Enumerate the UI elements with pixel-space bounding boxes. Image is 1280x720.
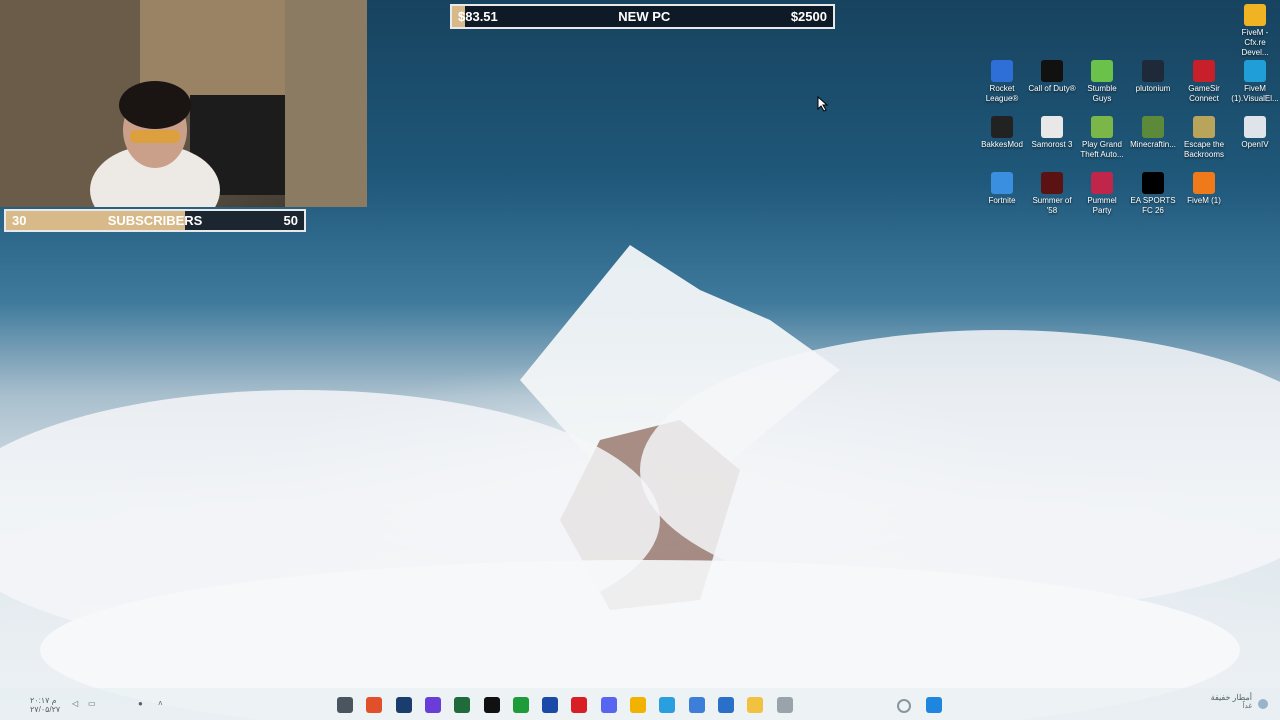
system-tray-left[interactable]: ۲۰:۱۷ م ۲۷/۰۵/۲۷ ◁ ▭ ● ˄ — [10, 696, 170, 714]
subscriber-target-count: 50 — [283, 213, 298, 228]
xbox-icon[interactable] — [512, 697, 529, 713]
desktop-icon-label: Escape the Backrooms — [1183, 140, 1225, 159]
plutonium-icon — [1142, 60, 1164, 82]
desktop-icon[interactable]: EA SPORTS FC 26 — [1128, 172, 1178, 216]
app-icon[interactable] — [717, 697, 734, 713]
tray-date: ۲۷/۰۵/۲۷ — [30, 705, 61, 714]
volume-icon[interactable]: ◁ — [72, 699, 78, 708]
desktop-icon-label: plutonium — [1135, 84, 1171, 93]
chrome-icon[interactable] — [630, 697, 646, 713]
desktop-icon[interactable]: GameSir Connect — [1179, 60, 1229, 104]
escape-backrooms-icon — [1193, 116, 1215, 138]
desktop-icon[interactable]: Rocket League® — [977, 60, 1027, 104]
desktop-icon[interactable]: Summer of '58 — [1027, 172, 1077, 216]
rocket-league-icon — [991, 60, 1013, 82]
desktop-icon-label: EA SPORTS FC 26 — [1130, 196, 1176, 215]
desktop-icon-label: Play Grand Theft Auto... — [1080, 140, 1124, 159]
start-icon[interactable] — [926, 697, 942, 713]
desktop-icon-label: FiveM (1).VisualEl... — [1231, 84, 1279, 103]
steam-icon[interactable] — [395, 697, 412, 713]
desktop-icon[interactable]: BakkesMod — [977, 116, 1027, 150]
desktop-icon-label: BakkesMod — [981, 140, 1023, 149]
gta-icon — [1091, 116, 1113, 138]
desktop-icon-label: GameSir Connect — [1188, 84, 1220, 103]
network-icon[interactable]: ▭ — [88, 699, 96, 708]
file-explorer-icon[interactable] — [747, 697, 764, 713]
edge-icon — [1244, 60, 1266, 82]
netflix-icon[interactable] — [571, 697, 588, 713]
fivem-folder-icon — [1244, 4, 1266, 26]
desktop-icon-label: Samorost 3 — [1031, 140, 1073, 149]
desktop-icon-label: Pummel Party — [1087, 196, 1117, 215]
desktop-icon[interactable]: Minecraftin... — [1128, 116, 1178, 150]
subscriber-goal-title: SUBSCRIBERS — [107, 213, 203, 228]
app-icon[interactable] — [337, 697, 353, 713]
goal-title: NEW PC — [618, 9, 671, 24]
desktop-icon[interactable]: Samorost 3 — [1027, 116, 1077, 150]
taskbar: ۲۰:۱۷ م ۲۷/۰۵/۲۷ ◁ ▭ ● ˄ أمطار خفيفة غدا… — [0, 688, 1280, 720]
bakkesmod-icon — [991, 116, 1013, 138]
pummel-party-icon — [1091, 172, 1113, 194]
app-icon[interactable] — [776, 697, 793, 713]
fortnite-icon — [991, 172, 1013, 194]
desktop-icon[interactable]: FiveM (1) — [1179, 172, 1229, 206]
desktop-icon-label: Stumble Guys — [1087, 84, 1117, 103]
microphone-icon[interactable]: ● — [138, 699, 143, 708]
mouse-cursor — [817, 95, 829, 117]
donation-goal-bar: $83.51 NEW PC $2500 — [450, 4, 835, 29]
desktop-icon[interactable]: Stumble Guys — [1077, 60, 1127, 104]
subscriber-current-count: 30 — [12, 213, 27, 228]
desktop-icon-label: OpenIV — [1241, 140, 1269, 149]
desktop-icon-label: Call of Duty® — [1028, 84, 1076, 93]
app-icon[interactable] — [483, 697, 500, 713]
desktop-icon-label: FiveM (1) — [1187, 196, 1221, 205]
chevron-up-icon[interactable]: ˄ — [158, 699, 163, 708]
summer58-icon — [1041, 172, 1063, 194]
goal-target-amount: $2500 — [790, 9, 827, 24]
desktop-icon-label: FiveM - Cfx.re Devel... — [1241, 28, 1269, 57]
weather-subtext: غداً — [1242, 703, 1252, 710]
weather-widget[interactable]: أمطار خفيفة غداً — [1182, 693, 1252, 710]
ea-fc-icon — [1142, 172, 1164, 194]
desktop-icon-label: Summer of '58 — [1032, 196, 1072, 215]
samorost-icon — [1041, 116, 1063, 138]
weather-text: أمطار خفيفة — [1210, 693, 1252, 702]
stumble-guys-icon — [1091, 60, 1113, 82]
desktop-icon[interactable]: Play Grand Theft Auto... — [1077, 116, 1127, 160]
desktop-icon[interactable]: FiveM (1).VisualEl... — [1230, 60, 1280, 104]
desktop-icon[interactable]: OpenIV — [1230, 116, 1280, 150]
store-icon[interactable] — [688, 697, 705, 713]
desktop-icon[interactable]: plutonium — [1128, 60, 1178, 94]
desktop-icon[interactable]: FiveM - Cfx.re Devel... — [1230, 4, 1280, 58]
desktop-icon[interactable]: Pummel Party — [1077, 172, 1127, 216]
weather-icon[interactable] — [1258, 699, 1268, 709]
photos-icon[interactable] — [542, 697, 559, 713]
call-of-duty-icon — [1041, 60, 1063, 82]
openiv-icon — [1244, 116, 1266, 138]
subscriber-goal-bar: 30 SUBSCRIBERS 50 — [4, 209, 306, 232]
tray-time: ۲۰:۱۷ م — [30, 696, 57, 705]
discord-icon[interactable] — [600, 697, 617, 713]
desktop-icon[interactable]: Call of Duty® — [1027, 60, 1077, 94]
telegram-icon[interactable] — [659, 697, 676, 713]
app-icon[interactable] — [424, 697, 441, 713]
gamesir-icon — [1193, 60, 1215, 82]
desktop-icon[interactable]: Fortnite — [977, 172, 1027, 206]
excel-icon[interactable] — [454, 697, 471, 713]
goal-current-amount: $83.51 — [458, 9, 498, 24]
fivem-icon — [1193, 172, 1215, 194]
search-icon[interactable] — [897, 699, 911, 713]
desktop-icon-label: Rocket League® — [985, 84, 1019, 103]
webcam-overlay — [0, 0, 367, 207]
desktop-icon[interactable]: Escape the Backrooms — [1179, 116, 1229, 160]
brave-icon[interactable] — [366, 697, 383, 713]
minecraft-icon — [1142, 116, 1164, 138]
desktop-icon-label: Fortnite — [988, 196, 1016, 205]
desktop-icon-label: Minecraftin... — [1130, 140, 1176, 149]
